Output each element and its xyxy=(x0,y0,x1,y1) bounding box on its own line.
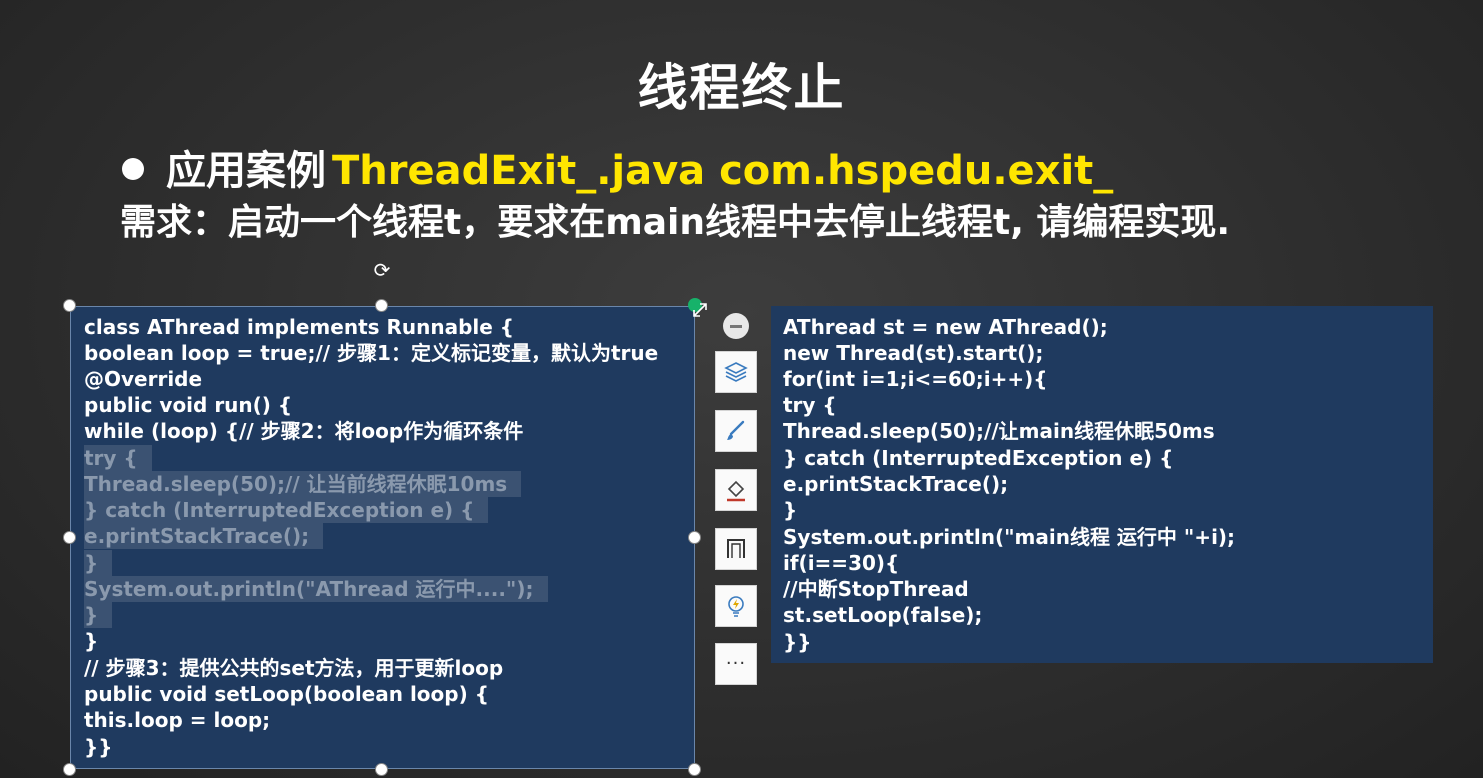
code-line: } xyxy=(783,498,798,522)
code-line: } xyxy=(84,629,99,653)
resize-handle-right[interactable] xyxy=(688,531,701,544)
code-line: while (loop) {// 步骤2：将loop作为循环条件 xyxy=(84,419,524,443)
right-code-box[interactable]: AThread st = new AThread(); new Thread(s… xyxy=(771,306,1433,663)
code-line: }} xyxy=(84,735,113,759)
code-line: st.setLoop(false); xyxy=(783,603,983,627)
fill-button[interactable] xyxy=(715,469,757,511)
code-line: }} xyxy=(783,630,812,654)
code-line: System.out.println("main线程 运行中 "+i); xyxy=(783,525,1236,549)
case-file-name: ThreadExit_.java com.hspedu.exit_ xyxy=(332,148,1114,194)
code-line: Thread.sleep(50);//让main线程休眠50ms xyxy=(783,419,1215,443)
case-label: 应用案例 xyxy=(166,148,326,194)
code-line-selected: } xyxy=(84,550,113,576)
code-line: } catch (InterruptedException e) { xyxy=(783,446,1174,470)
code-line: if(i==30){ xyxy=(783,551,900,575)
code-line: //中断StopThread xyxy=(783,577,969,601)
bullet-icon xyxy=(122,158,144,180)
left-code-box[interactable]: class AThread implements Runnable { bool… xyxy=(70,306,695,769)
resize-handle-bottom-right[interactable] xyxy=(688,763,701,776)
fill-icon xyxy=(727,480,745,502)
code-line: class AThread implements Runnable { xyxy=(84,315,515,339)
code-line-selected: } xyxy=(84,602,113,628)
code-line: @Override xyxy=(84,367,203,391)
resize-handle-bottom[interactable] xyxy=(375,763,388,776)
layers-button[interactable] xyxy=(715,351,757,393)
code-line: this.loop = loop; xyxy=(84,708,271,732)
more-button[interactable]: ··· xyxy=(715,643,757,685)
code-line: new Thread(st).start(); xyxy=(783,341,1044,365)
code-line: AThread st = new AThread(); xyxy=(783,315,1108,339)
resize-handle-top-left[interactable] xyxy=(63,299,76,312)
rotate-handle-icon[interactable]: ⟳ xyxy=(370,258,394,282)
code-line: for(int i=1;i<=60;i++){ xyxy=(783,367,1048,391)
code-line: try { xyxy=(783,393,837,417)
code-line: public void run() { xyxy=(84,393,293,417)
code-line: public void setLoop(boolean loop) { xyxy=(84,682,489,706)
layers-icon xyxy=(724,362,748,382)
resize-handle-bottom-left[interactable] xyxy=(63,763,76,776)
code-line: e.printStackTrace(); xyxy=(783,472,1009,496)
case-heading: 应用案例 ThreadExit_.java com.hspedu.exit_ xyxy=(122,138,1113,196)
expand-icon[interactable] xyxy=(690,300,710,320)
code-line-selected: Thread.sleep(50);// 让当前线程休眠10ms xyxy=(84,471,522,497)
code-line-selected: } catch (InterruptedException e) { xyxy=(84,497,489,523)
code-line-selected: e.printStackTrace(); xyxy=(84,523,324,549)
frame-icon xyxy=(727,539,745,558)
code-line-selected: System.out.println("AThread 运行中...."); xyxy=(84,576,548,602)
more-icon: ··· xyxy=(725,653,747,674)
code-line: boolean loop = true;// 步骤1：定义标记变量，默认为tru… xyxy=(84,341,659,365)
brush-icon xyxy=(727,420,745,440)
brush-button[interactable] xyxy=(715,410,757,452)
ideas-button[interactable] xyxy=(715,585,757,627)
lightbulb-icon xyxy=(728,596,744,617)
code-line-selected: try { xyxy=(84,445,152,471)
slide-title: 线程终止 xyxy=(637,59,846,117)
code-line: // 步骤3：提供公共的set方法，用于更新loop xyxy=(84,656,504,680)
requirement-text: 需求：启动一个线程t，要求在main线程中去停止线程t, 请编程实现. xyxy=(120,202,1231,243)
resize-handle-left[interactable] xyxy=(63,531,76,544)
frame-button[interactable] xyxy=(715,528,757,570)
resize-handle-top[interactable] xyxy=(375,299,388,312)
collapse-icon[interactable] xyxy=(723,313,749,339)
